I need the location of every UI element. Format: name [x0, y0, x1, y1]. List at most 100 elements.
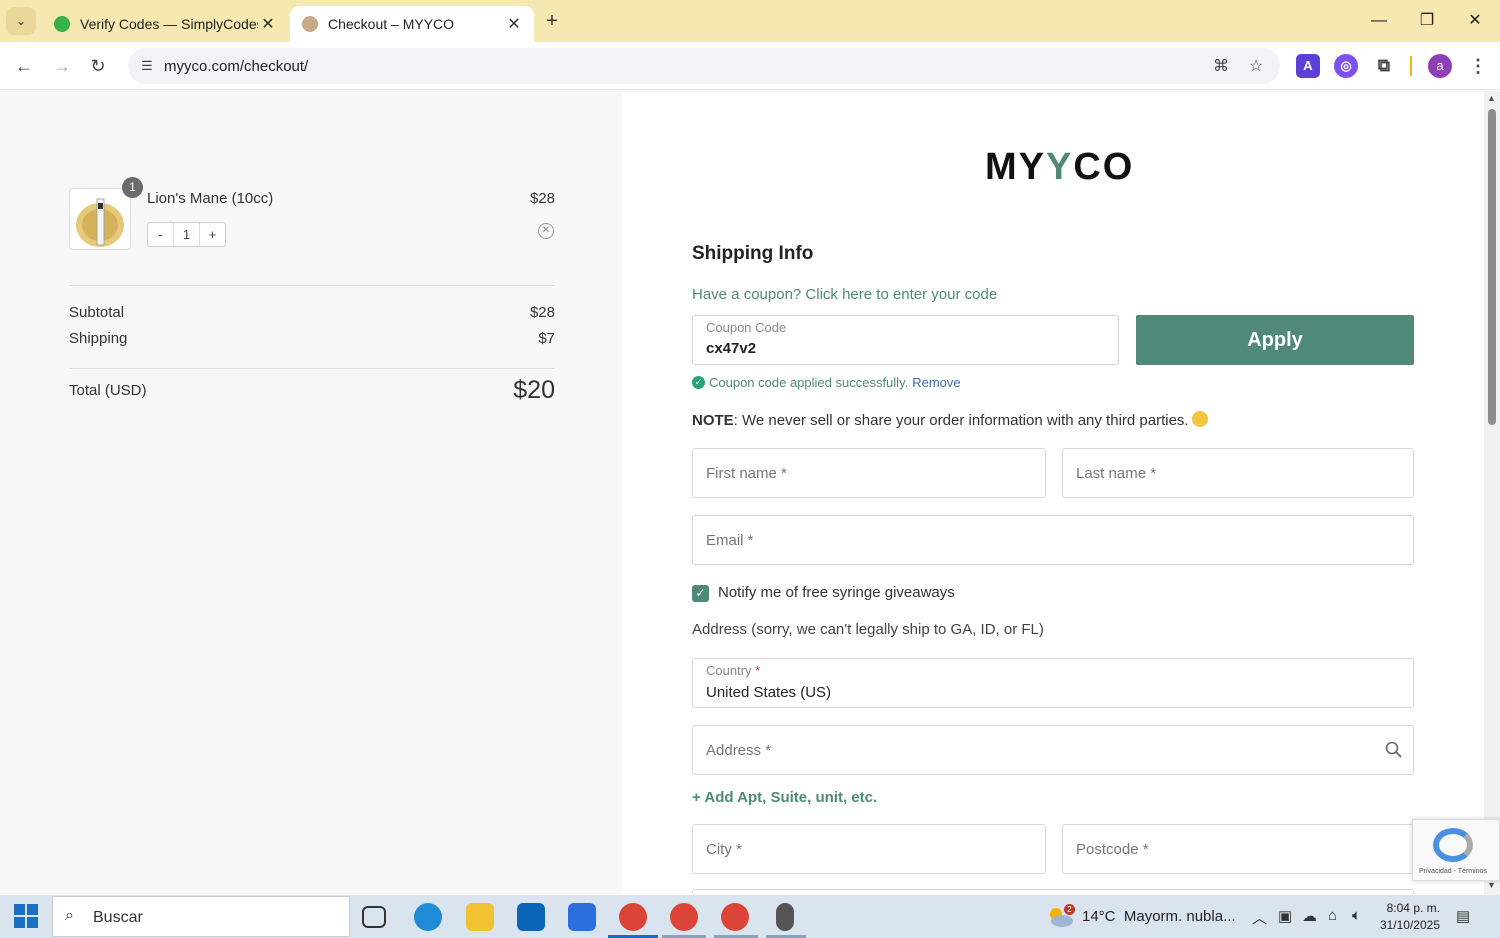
close-tab-icon[interactable]: ✕: [258, 14, 278, 34]
taskbar-search-placeholder: Buscar: [93, 909, 143, 926]
decrease-quantity-button[interactable]: -: [148, 223, 173, 246]
system-clock[interactable]: 8:04 p. m. 31/10/2025: [1370, 900, 1440, 934]
remove-item-icon[interactable]: ✕: [538, 223, 554, 239]
microsoft-store-icon[interactable]: [568, 903, 596, 931]
country-label-text: Country: [706, 663, 752, 678]
logo-part: Y: [1046, 146, 1074, 188]
address-note: Address (sorry, we can't legally ship to…: [692, 621, 1044, 638]
site-info-icon[interactable]: ☰: [138, 57, 156, 75]
profile-avatar[interactable]: a: [1428, 54, 1452, 78]
toolbar-separator: [1410, 56, 1412, 76]
bookmark-star-icon[interactable]: ☆: [1245, 56, 1267, 78]
cart-quantity-badge: 1: [122, 177, 143, 198]
browser-menu-icon[interactable]: ⋮: [1466, 54, 1490, 78]
remove-coupon-link[interactable]: Remove: [912, 375, 960, 390]
extension-swirl-icon[interactable]: ◎: [1334, 54, 1358, 78]
tab-search-chevron-icon[interactable]: ⌄: [6, 7, 36, 35]
smile-emoji-icon: [1191, 411, 1208, 427]
success-text: Coupon code applied successfully.: [709, 375, 909, 390]
windows-taskbar: ⌕ Buscar: [0, 895, 1500, 938]
new-tab-plus-icon[interactable]: +: [540, 9, 564, 33]
note-label: NOTE: [692, 412, 734, 429]
edge-browser-icon[interactable]: [414, 903, 442, 931]
required-asterisk: *: [755, 663, 761, 678]
onedrive-icon[interactable]: ☁: [1302, 907, 1317, 925]
scroll-up-icon[interactable]: ▲: [1487, 93, 1496, 103]
postcode-field[interactable]: Postcode *: [1062, 824, 1414, 874]
notify-label[interactable]: Notify me of free syringe giveaways: [718, 584, 955, 601]
simplycodes-favicon-icon: [54, 16, 70, 32]
task-view-icon[interactable]: [362, 906, 386, 928]
weather-widget[interactable]: 14°C Mayorm. nubla...: [1082, 908, 1236, 925]
weather-temp: 14°C: [1082, 908, 1116, 925]
mouse-app-icon[interactable]: [776, 903, 794, 931]
url-text[interactable]: myyco.com/checkout/: [164, 58, 308, 75]
last-name-field[interactable]: Last name *: [1062, 448, 1414, 498]
clock-date: 31/10/2025: [1379, 918, 1440, 932]
reload-icon[interactable]: ↻: [84, 52, 112, 80]
product-thumbnail: [69, 188, 131, 250]
address-field[interactable]: Address *: [692, 725, 1414, 775]
weather-badge: 2: [1064, 904, 1075, 915]
address-bar[interactable]: ☰ myyco.com/checkout/ ⌘ ☆: [128, 48, 1280, 84]
recaptcha-logo-icon: [1433, 828, 1473, 862]
coupon-code-label: Coupon Code: [706, 320, 787, 335]
tab-simplycodes[interactable]: Verify Codes — SimplyCodes ✕: [42, 6, 288, 42]
extension-a-icon[interactable]: A: [1296, 54, 1320, 78]
scrollbar-thumb[interactable]: [1488, 109, 1496, 425]
coupon-code-value[interactable]: cx47v2: [706, 340, 756, 357]
volume-icon[interactable]: 🔈︎: [1352, 907, 1361, 924]
chrome-profile-icon[interactable]: [670, 903, 698, 931]
first-name-field[interactable]: First name *: [692, 448, 1046, 498]
subtotal-value: $28: [529, 304, 555, 321]
myyco-logo[interactable]: MYYCO: [985, 146, 1134, 189]
chrome-profile-a-icon[interactable]: [721, 903, 749, 931]
logo-part: CO: [1073, 146, 1135, 188]
tray-chevron-icon[interactable]: ︿: [1252, 907, 1267, 928]
scroll-down-icon[interactable]: ▼: [1487, 880, 1496, 890]
extensions-puzzle-icon[interactable]: ⧉: [1372, 54, 1396, 78]
divider: [69, 368, 555, 369]
add-apt-link[interactable]: + Add Apt, Suite, unit, etc.: [692, 789, 877, 806]
increase-quantity-button[interactable]: +: [200, 223, 225, 246]
country-value[interactable]: United States (US): [706, 684, 831, 701]
email-field[interactable]: Email *: [692, 515, 1414, 565]
city-field[interactable]: City *: [692, 824, 1046, 874]
privacy-note: NOTE: We never sell or share your order …: [692, 411, 1208, 429]
tray-app-icon[interactable]: ▣: [1278, 907, 1292, 925]
total-label: Total (USD): [69, 382, 147, 399]
country-select[interactable]: Country * United States (US): [692, 658, 1414, 708]
apply-coupon-button[interactable]: Apply: [1136, 315, 1414, 365]
outlook-icon[interactable]: [517, 903, 545, 931]
back-arrow-icon[interactable]: ←: [10, 52, 38, 80]
address-placeholder: Address *: [706, 742, 772, 759]
email-placeholder: Email *: [706, 532, 754, 549]
coupon-code-field[interactable]: Coupon Code cx47v2: [692, 315, 1119, 365]
close-tab-icon[interactable]: ✕: [504, 14, 524, 34]
minimize-icon[interactable]: —: [1356, 8, 1402, 34]
recaptcha-footer[interactable]: Privacidad - Términos: [1419, 868, 1487, 875]
file-explorer-icon[interactable]: [466, 903, 494, 931]
taskbar-search-box[interactable]: ⌕ Buscar: [52, 896, 350, 937]
windows-start-icon[interactable]: [14, 904, 38, 928]
tab-checkout[interactable]: Checkout – MYYCO ✕: [290, 6, 534, 42]
forward-arrow-icon[interactable]: →: [48, 52, 76, 80]
notifications-icon[interactable]: ▤: [1456, 907, 1470, 925]
note-text: : We never sell or share your order info…: [733, 412, 1189, 429]
first-name-placeholder: First name *: [706, 465, 787, 482]
coupon-toggle-link[interactable]: Have a coupon? Click here to enter your …: [692, 286, 997, 303]
success-check-icon: ✓: [692, 376, 705, 389]
restore-icon[interactable]: ❐: [1404, 8, 1450, 34]
recaptcha-badge[interactable]: Privacidad - Términos: [1412, 819, 1500, 881]
page-scrollbar[interactable]: ▲ ▼: [1484, 91, 1500, 895]
notify-checkbox[interactable]: ✓: [692, 585, 709, 602]
total-value: $20: [513, 376, 555, 404]
postcode-placeholder: Postcode *: [1076, 841, 1149, 858]
network-icon[interactable]: ⌂: [1328, 907, 1337, 924]
chrome-icon[interactable]: [619, 903, 647, 931]
shipping-info-heading: Shipping Info: [692, 243, 814, 264]
search-icon[interactable]: [1385, 741, 1403, 759]
close-window-icon[interactable]: ✕: [1452, 8, 1498, 34]
quantity-value[interactable]: 1: [173, 223, 200, 246]
translate-icon[interactable]: ⌘: [1210, 56, 1232, 78]
